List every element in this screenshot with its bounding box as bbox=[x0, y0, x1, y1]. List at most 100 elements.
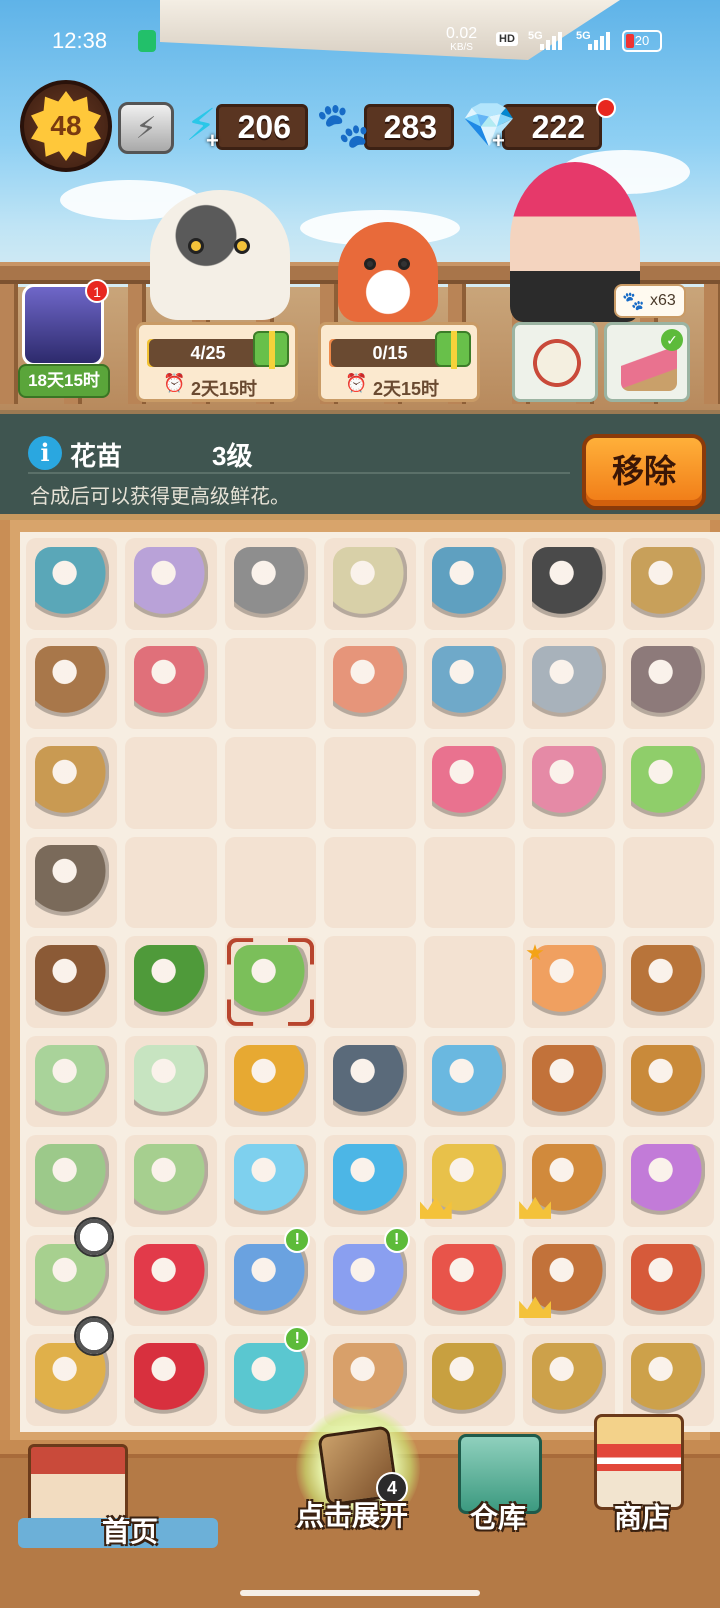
board-cell[interactable] bbox=[324, 637, 416, 730]
battery-icon[interactable] bbox=[432, 1044, 507, 1119]
board-cell[interactable] bbox=[125, 1035, 217, 1128]
board-cell[interactable] bbox=[622, 1035, 714, 1128]
claw-machine-icon[interactable] bbox=[134, 646, 209, 721]
nav-shop-label[interactable]: 商店 bbox=[614, 1496, 670, 1536]
paw-counter[interactable]: 283 bbox=[364, 104, 454, 150]
potted-flower-icon[interactable] bbox=[134, 944, 209, 1019]
info-icon[interactable]: i bbox=[28, 436, 62, 470]
fishing-rod-icon[interactable] bbox=[34, 944, 109, 1019]
task-card-cat[interactable]: 4/25 ⏰ 2天15时 bbox=[136, 322, 298, 402]
gift-blue-icon[interactable] bbox=[233, 1243, 308, 1318]
board-cell[interactable] bbox=[423, 1035, 516, 1128]
board-cell[interactable] bbox=[519, 1234, 615, 1327]
slinky-icon[interactable] bbox=[631, 1144, 706, 1219]
board-cell[interactable] bbox=[622, 936, 714, 1028]
board-cell[interactable] bbox=[26, 1035, 118, 1128]
add-energy-icon[interactable]: + bbox=[206, 128, 219, 154]
board-cell[interactable] bbox=[125, 538, 217, 630]
board-cell[interactable] bbox=[423, 637, 516, 730]
tin-can-icon[interactable] bbox=[332, 546, 407, 621]
board-cell[interactable] bbox=[423, 538, 516, 630]
board-cell-empty[interactable] bbox=[523, 836, 615, 929]
board-cell[interactable] bbox=[125, 1135, 217, 1227]
player-level-badge[interactable]: 48 bbox=[20, 80, 112, 172]
pouch-vase-icon[interactable] bbox=[34, 1144, 109, 1219]
board-cell[interactable] bbox=[423, 737, 516, 829]
rope-piece-icon[interactable] bbox=[531, 1044, 606, 1119]
board-cell[interactable] bbox=[125, 936, 217, 1028]
basket-tools-icon[interactable] bbox=[631, 1343, 706, 1418]
board-cell[interactable] bbox=[423, 1334, 516, 1426]
board-cell[interactable] bbox=[523, 1035, 615, 1128]
crystals-icon[interactable] bbox=[332, 1144, 407, 1219]
fox-character[interactable] bbox=[338, 222, 438, 322]
seedling-icon[interactable] bbox=[631, 1243, 706, 1318]
bolt-icon[interactable]: ⚡ bbox=[118, 102, 174, 154]
board-cell[interactable] bbox=[26, 836, 118, 929]
board-cell[interactable] bbox=[26, 737, 118, 829]
sewing-box-icon[interactable] bbox=[531, 1144, 606, 1219]
board-cell[interactable] bbox=[622, 737, 714, 829]
board-cell[interactable] bbox=[622, 1234, 714, 1327]
board-cell[interactable] bbox=[125, 637, 217, 730]
nav-home[interactable]: 首页 bbox=[18, 1418, 218, 1548]
board-cell-empty[interactable] bbox=[324, 936, 416, 1028]
board-cell[interactable]: ! bbox=[224, 1226, 317, 1327]
fishing-rod-small-icon[interactable] bbox=[34, 845, 109, 920]
cat-character[interactable] bbox=[150, 190, 290, 320]
board-cell-empty[interactable] bbox=[125, 737, 217, 829]
board-cell-empty[interactable] bbox=[224, 836, 317, 929]
board-cell-empty[interactable] bbox=[224, 637, 317, 730]
board-cell[interactable] bbox=[622, 1135, 714, 1227]
order-slot-2[interactable]: ✓ bbox=[604, 322, 690, 402]
straw-hut-icon[interactable] bbox=[631, 546, 706, 621]
board-cell-empty[interactable] bbox=[423, 836, 516, 929]
board-cell[interactable] bbox=[26, 538, 118, 630]
wash-tub-icon[interactable] bbox=[34, 646, 109, 721]
order-slot-1[interactable] bbox=[512, 322, 598, 402]
nav-expand-label[interactable]: 点击展开 bbox=[296, 1494, 408, 1534]
board-cell[interactable]: ★ bbox=[523, 936, 615, 1028]
board-cell-empty[interactable] bbox=[224, 737, 317, 829]
board-cell[interactable]: ! bbox=[324, 1226, 416, 1327]
vending-machine-icon[interactable] bbox=[134, 546, 209, 621]
board-cell[interactable] bbox=[423, 1234, 516, 1327]
board-cell[interactable] bbox=[523, 737, 615, 829]
glove-icon[interactable] bbox=[631, 646, 706, 721]
board-cell[interactable] bbox=[224, 538, 317, 630]
board-cell[interactable] bbox=[26, 637, 118, 730]
board-cell-empty[interactable] bbox=[423, 936, 516, 1028]
nav-warehouse-label[interactable]: 仓库 bbox=[470, 1496, 526, 1536]
board-cell[interactable] bbox=[622, 637, 714, 730]
gift-teal-icon[interactable] bbox=[233, 1343, 308, 1418]
home-indicator[interactable] bbox=[240, 1590, 480, 1596]
board-cell[interactable] bbox=[26, 1216, 118, 1327]
rose-heart-icon[interactable] bbox=[134, 1243, 209, 1318]
rope-short-icon[interactable] bbox=[631, 944, 706, 1019]
board-cell[interactable] bbox=[125, 1334, 217, 1426]
drying-rack-icon[interactable] bbox=[432, 546, 507, 621]
board-cell[interactable] bbox=[26, 1135, 118, 1227]
board-cell-empty[interactable] bbox=[125, 836, 217, 929]
add-gem-icon[interactable]: + bbox=[492, 128, 505, 154]
board-cell[interactable] bbox=[224, 1035, 317, 1128]
board-cell-empty[interactable] bbox=[622, 836, 714, 929]
board-cell[interactable] bbox=[26, 1316, 118, 1426]
board-cell[interactable] bbox=[324, 1035, 416, 1128]
board-cell[interactable] bbox=[622, 1334, 714, 1426]
board-cell[interactable] bbox=[519, 1135, 615, 1227]
pink-broom-icon[interactable] bbox=[432, 745, 507, 820]
board-cell[interactable] bbox=[324, 538, 416, 630]
cards-icon[interactable] bbox=[432, 1243, 507, 1318]
remove-button[interactable]: 移除 bbox=[582, 434, 706, 510]
vase-small-icon[interactable] bbox=[34, 1044, 109, 1119]
coiled-rope-icon[interactable] bbox=[531, 1243, 606, 1318]
board-cell[interactable] bbox=[523, 637, 615, 730]
handbag-icon[interactable] bbox=[432, 1343, 507, 1418]
board-cell[interactable] bbox=[419, 1135, 516, 1227]
rose-heart-small-icon[interactable] bbox=[134, 1343, 209, 1418]
board-cell-selected[interactable] bbox=[224, 936, 317, 1028]
dustpan-icon[interactable] bbox=[531, 745, 606, 820]
board-cell-empty[interactable] bbox=[324, 737, 416, 829]
board-cell[interactable] bbox=[224, 1135, 317, 1227]
